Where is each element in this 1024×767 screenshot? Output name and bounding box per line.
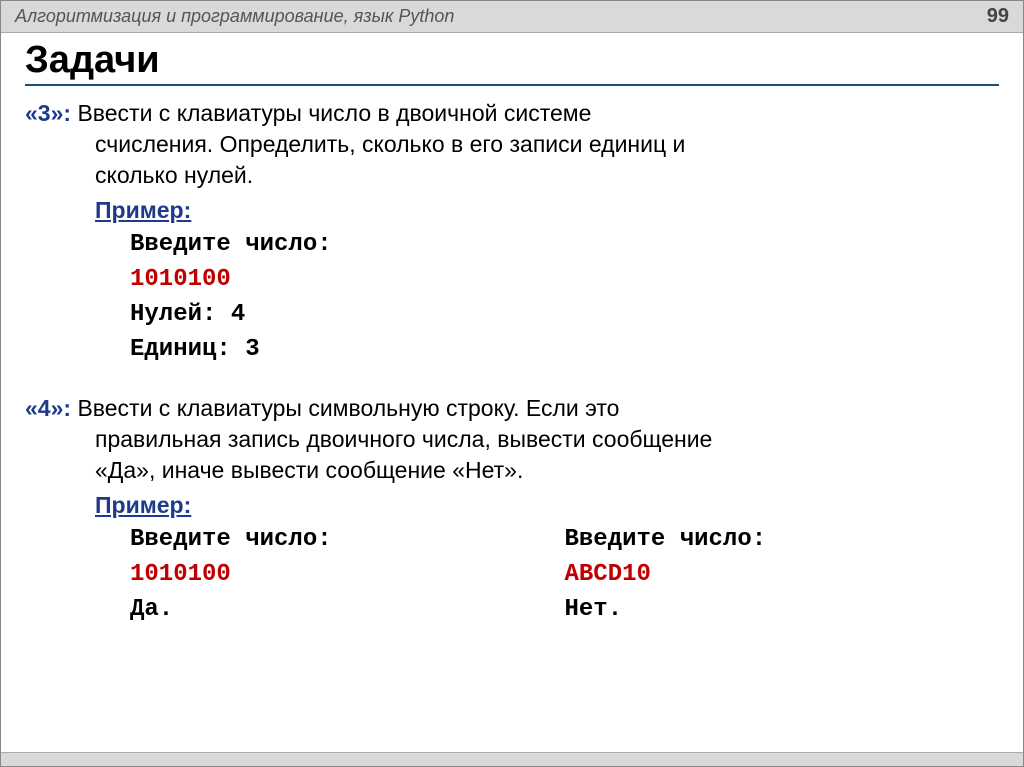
task-3-line1: Ввести с клавиатуры число в двоичной сис… <box>77 100 591 126</box>
task-3-text: «3»: Ввести с клавиатуры число в двоично… <box>25 98 999 191</box>
slide-header: Алгоритмизация и программирование, язык … <box>1 1 1023 33</box>
task-4-label: «4»: <box>25 395 71 421</box>
code-row-2: 1010100 ABCD10 <box>130 558 999 593</box>
example-label-text: Пример <box>95 197 184 223</box>
task-4: «4»: Ввести с клавиатуры символьную стро… <box>25 393 999 628</box>
task-3: «3»: Ввести с клавиатуры число в двоично… <box>25 98 999 367</box>
page-number: 99 <box>987 5 1009 28</box>
code-right-input: ABCD10 <box>565 558 1000 593</box>
task-3-example-label: Пример: <box>95 197 999 224</box>
code-input: 1010100 <box>130 263 999 298</box>
slide-footer <box>1 752 1023 766</box>
slide-container: Алгоритмизация и программирование, язык … <box>0 0 1024 767</box>
code-out1: Нулей: 4 <box>130 298 999 333</box>
task-4-text: «4»: Ввести с клавиатуры символьную стро… <box>25 393 999 486</box>
task-4-line3: «Да», иначе вывести сообщение «Нет». <box>95 455 999 486</box>
task-3-line3: сколько нулей. <box>95 160 999 191</box>
task-3-label: «3»: <box>25 100 71 126</box>
header-title: Алгоритмизация и программирование, язык … <box>15 6 454 27</box>
example-label-text: Пример <box>95 492 184 518</box>
task-4-line2: правильная запись двоичного числа, вывес… <box>95 424 999 455</box>
code-left-input: 1010100 <box>130 558 565 593</box>
slide-content: Задачи «3»: Ввести с клавиатуры число в … <box>1 33 1023 752</box>
code-left-prompt: Введите число: <box>130 523 565 558</box>
code-row-3: Да. Нет. <box>130 593 999 628</box>
code-right-prompt: Введите число: <box>565 523 1000 558</box>
page-title: Задачи <box>25 39 999 86</box>
task-3-line2: счисления. Определить, сколько в его зап… <box>95 129 999 160</box>
code-row-1: Введите число: Введите число: <box>130 523 999 558</box>
code-right-out: Нет. <box>565 593 1000 628</box>
code-prompt: Введите число: <box>130 228 999 263</box>
task-4-example-label: Пример: <box>95 492 999 519</box>
task-3-code: Введите число: 1010100 Нулей: 4 Единиц: … <box>130 228 999 367</box>
task-4-code: Введите число: Введите число: 1010100 AB… <box>130 523 999 627</box>
code-out2: Единиц: 3 <box>130 333 999 368</box>
task-4-line1: Ввести с клавиатуры символьную строку. Е… <box>77 395 619 421</box>
code-left-out: Да. <box>130 593 565 628</box>
